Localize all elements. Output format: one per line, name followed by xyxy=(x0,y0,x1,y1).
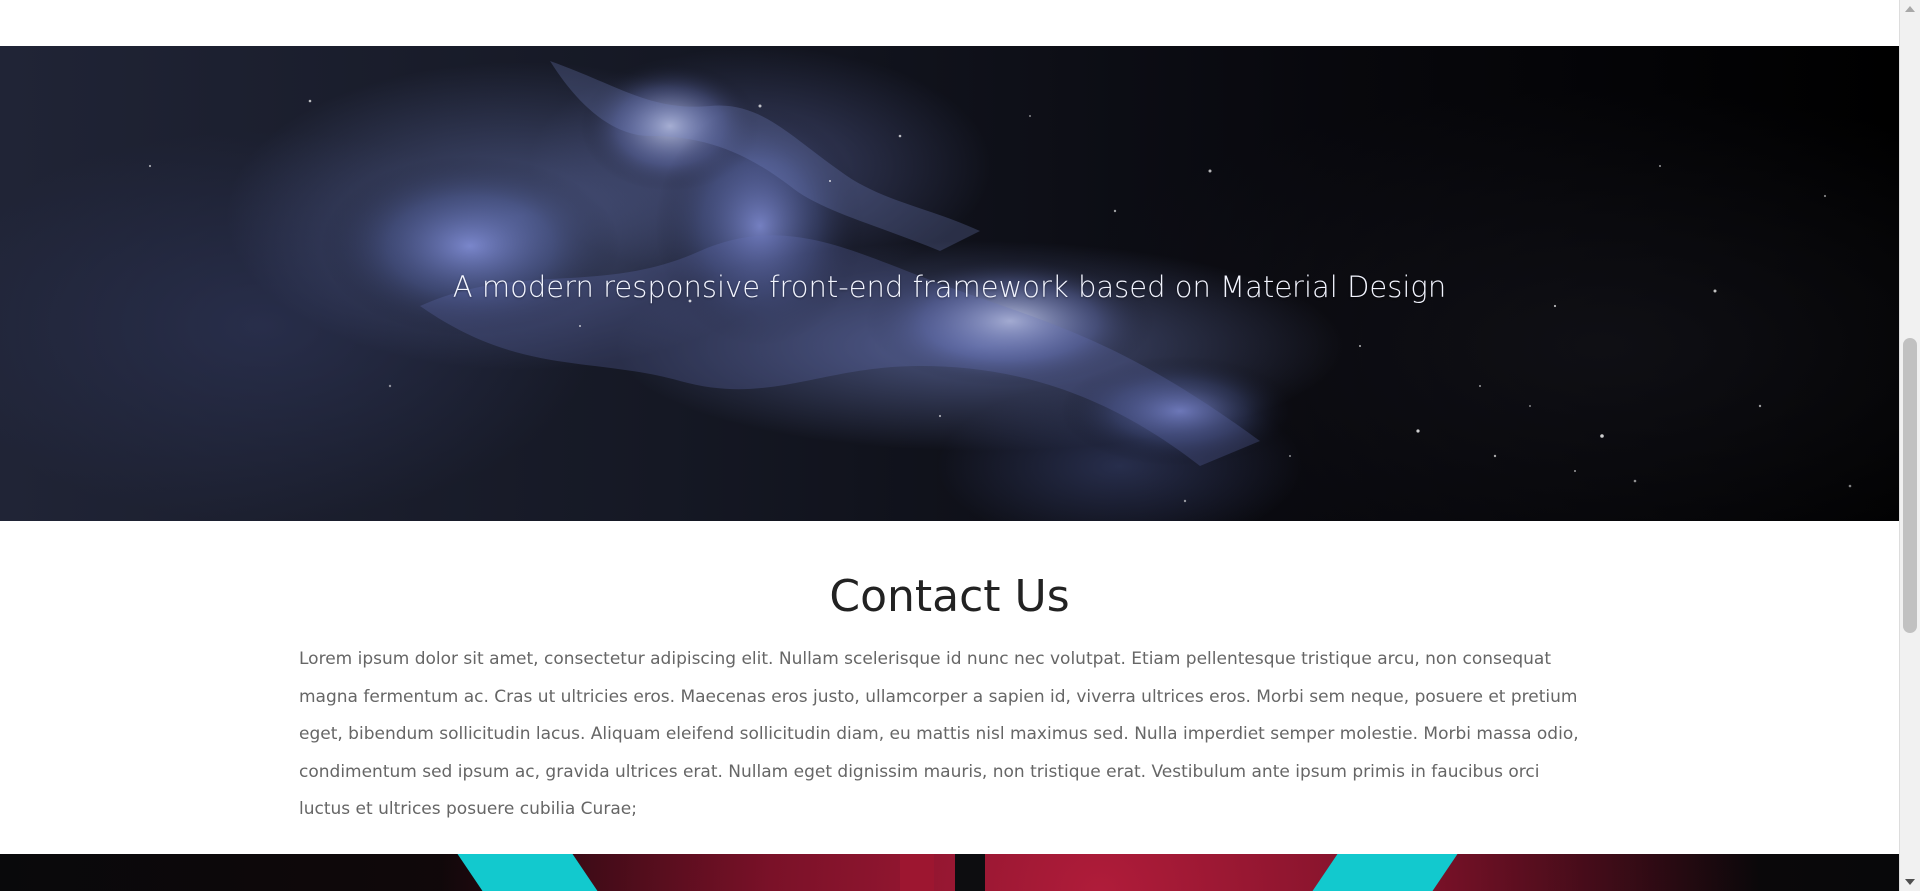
scroll-down-arrow-icon[interactable] xyxy=(1905,879,1915,885)
scrollbar-thumb[interactable] xyxy=(1903,338,1917,633)
scroll-up-arrow-icon[interactable] xyxy=(1905,6,1915,12)
hero-tagline: A modern responsive front-end framework … xyxy=(452,270,1447,304)
teal-diagonal-left xyxy=(457,854,598,891)
red-vertical-stripe xyxy=(900,854,934,891)
vertical-scrollbar[interactable] xyxy=(1899,0,1920,891)
page: A modern responsive front-end framework … xyxy=(0,0,1899,891)
contact-section: Contact Us Lorem ipsum dolor sit amet, c… xyxy=(0,521,1899,854)
next-section-image xyxy=(0,854,1899,891)
dark-center-stripe xyxy=(955,854,985,891)
contact-title: Contact Us xyxy=(829,571,1070,622)
hero-banner: A modern responsive front-end framework … xyxy=(0,46,1899,521)
teal-diagonal-right xyxy=(1312,854,1458,891)
contact-paragraph: Lorem ipsum dolor sit amet, consectetur … xyxy=(299,649,1579,819)
